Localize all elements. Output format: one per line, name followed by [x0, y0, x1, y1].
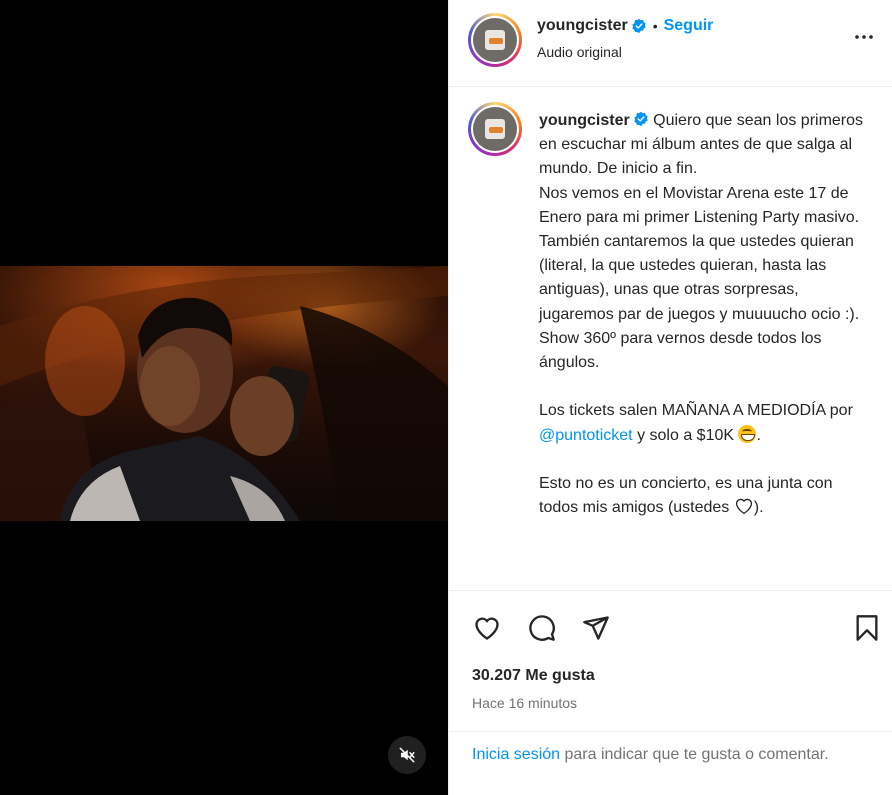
login-link[interactable]: Inicia sesión	[472, 746, 560, 763]
grinning-emoji-icon	[738, 424, 757, 443]
bookmark-icon	[856, 615, 878, 641]
post-side-panel: youngcister • Seguir Audio original youn…	[448, 0, 892, 795]
author-username[interactable]: youngcister	[537, 17, 628, 35]
heart-icon	[475, 617, 499, 640]
login-prompt-rest: para indicar que te gusta o comentar.	[564, 746, 829, 763]
caption-closing: Esto no es un concierto, es una junta co…	[539, 475, 833, 517]
more-options-button[interactable]	[850, 25, 878, 49]
comment-button[interactable]	[525, 611, 559, 645]
login-prompt-text: Inicia sesión para indicar que te gusta …	[472, 743, 852, 767]
mute-button[interactable]	[388, 736, 426, 774]
header-author: youngcister • Seguir	[537, 17, 713, 35]
video-scene	[0, 266, 448, 521]
verified-badge-icon	[632, 18, 646, 34]
caption-tickets-end: .	[756, 426, 761, 444]
caption-line-3: También cantaremos la que ustedes quiera…	[539, 233, 860, 372]
share-button[interactable]	[579, 611, 613, 645]
caption-line-2: Nos vemos en el Movistar Arena este 17 d…	[539, 184, 860, 226]
author-avatar[interactable]	[468, 13, 522, 67]
header-separator: •	[652, 18, 658, 34]
like-button[interactable]	[470, 611, 504, 645]
caption-avatar[interactable]	[468, 102, 522, 156]
post-timestamp[interactable]: Hace 16 minutos	[472, 695, 577, 711]
caption-tickets: Los tickets salen MAÑANA A MEDIODÍA por	[539, 402, 853, 420]
caption-username[interactable]: youngcister	[539, 112, 630, 129]
share-icon	[583, 616, 609, 640]
post-caption: youngcister Quiero que sean los primeros…	[539, 109, 869, 520]
verified-badge-icon	[634, 111, 648, 127]
save-button[interactable]	[850, 611, 884, 645]
more-options-icon	[855, 35, 873, 39]
caption-area: youngcister Quiero que sean los primeros…	[449, 88, 892, 591]
action-bar	[449, 592, 892, 660]
post-header: youngcister • Seguir Audio original	[449, 0, 892, 87]
audio-muted-icon	[399, 747, 415, 763]
comment-icon	[529, 615, 555, 641]
caption-tickets-price: y solo a $10K	[637, 426, 735, 444]
video-frame[interactable]	[0, 266, 448, 521]
caption-closing-end: ).	[753, 499, 764, 517]
like-count[interactable]: 30.207 Me gusta	[472, 667, 595, 685]
mention-link[interactable]: @puntoticket	[539, 427, 633, 444]
follow-button[interactable]: Seguir	[664, 17, 714, 35]
post-media[interactable]	[0, 0, 448, 795]
audio-label[interactable]: Audio original	[537, 44, 622, 60]
login-prompt: Inicia sesión para indicar que te gusta …	[449, 731, 892, 795]
white-heart-emoji-icon	[735, 499, 752, 515]
